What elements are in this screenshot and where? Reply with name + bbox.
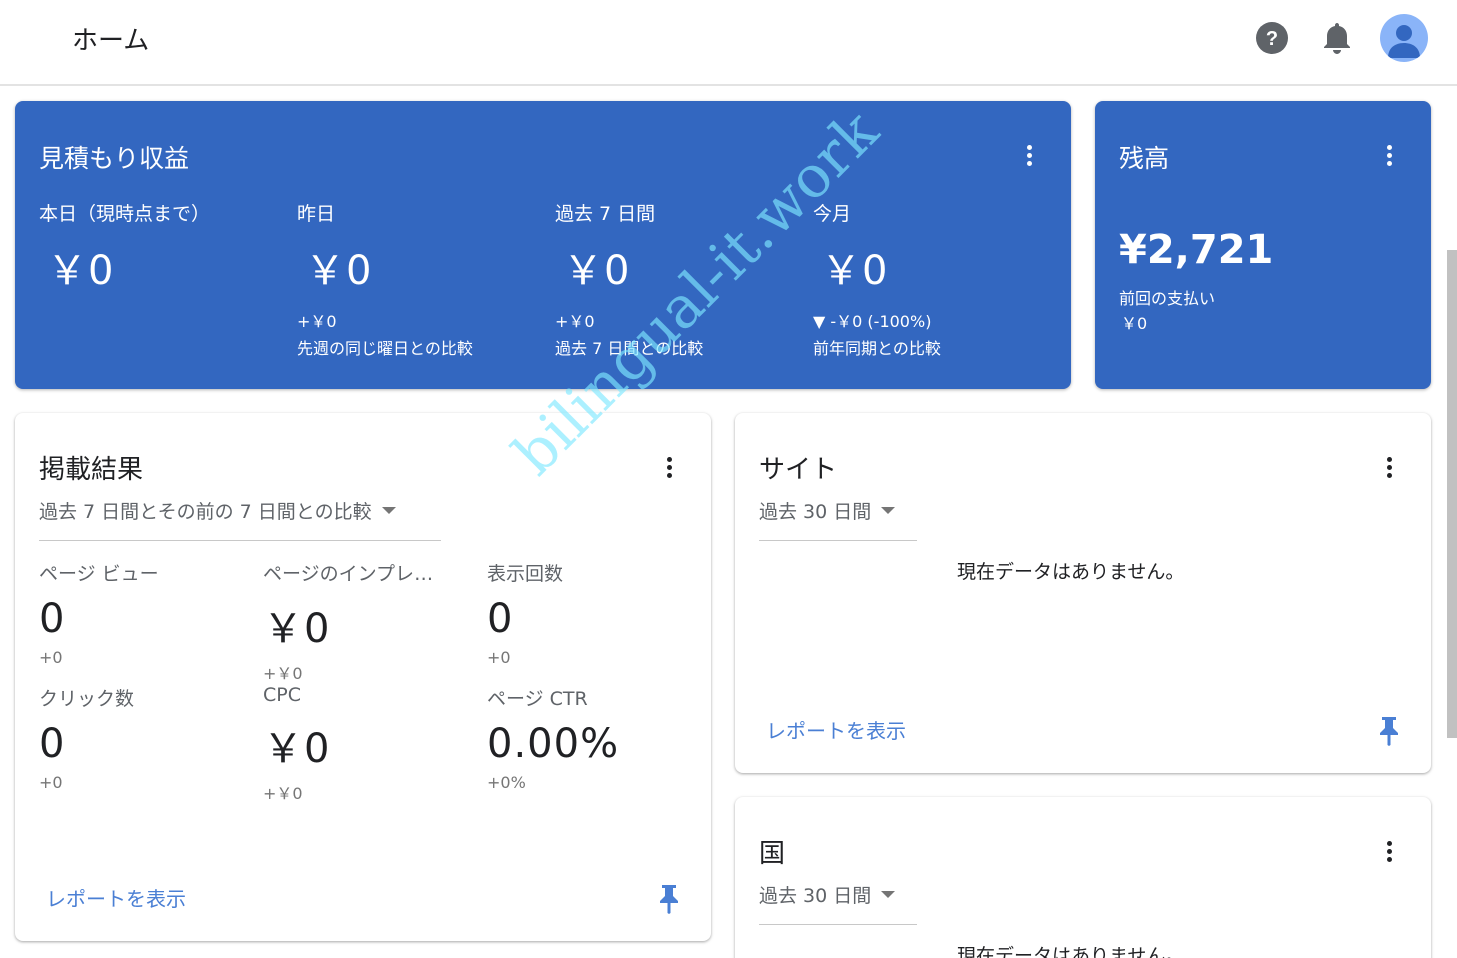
balance-value: ¥2,721 (1119, 227, 1274, 273)
metric-value: 0 (487, 596, 514, 642)
metric-delta: +0 (39, 648, 63, 667)
balance-title: 残高 (1119, 144, 1170, 173)
metric-this-month: 今月 ￥0 ▼ -￥0 (-100%) 前年同期との比較 (813, 199, 1053, 359)
svg-text:?: ? (1266, 28, 1278, 50)
metric-today: 本日（現時点まで） ￥0 (39, 199, 279, 296)
view-report-link[interactable]: レポートを表示 (766, 715, 906, 744)
avatar[interactable] (1380, 14, 1428, 62)
metric-delta: +￥0 (263, 784, 303, 803)
metric-cpc: CPC ￥0 +￥0 (263, 684, 473, 804)
metric-value: ￥0 (263, 606, 331, 652)
metric-value: ￥0 (563, 248, 631, 294)
metric-label: 本日（現時点まで） (39, 203, 211, 225)
metric-delta: +￥0 (555, 312, 595, 331)
countries-card: 国 過去 30 日間 現在データはありません。 (735, 797, 1431, 958)
countries-range-dropdown[interactable]: 過去 30 日間 (759, 881, 917, 925)
metric-label: 昨日 (297, 203, 336, 225)
metric-label: ページ ビュー (39, 563, 159, 585)
metric-label: CPC (263, 684, 301, 706)
page-title: ホーム (72, 26, 150, 56)
no-data-message: 現在データはありません。 (957, 561, 1185, 583)
metric-label: クリック数 (39, 688, 135, 710)
bell-icon[interactable] (1320, 21, 1354, 55)
more-options-icon[interactable] (1377, 455, 1401, 479)
account-avatar-icon (1388, 25, 1420, 58)
metric-delta: +￥0 (297, 312, 337, 331)
metric-yesterday: 昨日 ￥0 +￥0 先週の同じ曜日との比較 (297, 199, 537, 359)
dropdown-value: 過去 30 日間 (759, 885, 872, 907)
metric-label: 表示回数 (487, 563, 564, 585)
top-bar: ホーム ? (0, 0, 1457, 86)
metric-page-rpm: ページのインプレッション収益 ￥0 +￥0 (263, 559, 449, 684)
sites-title: サイト (759, 455, 838, 485)
estimated-earnings-card: 見積もり収益 本日（現時点まで） ￥0 昨日 ￥0 +￥0 先週の同じ曜日との比… (15, 101, 1071, 389)
metric-label: ページのインプレッション収益 (263, 563, 449, 585)
metric-label: 過去 7 日間 (555, 203, 656, 225)
metric-comparison: 先週の同じ曜日との比較 (297, 339, 473, 358)
more-options-icon[interactable] (1377, 143, 1401, 167)
metric-delta: +0% (487, 773, 526, 792)
metric-value: ￥0 (263, 726, 331, 772)
last-payment-value: ￥0 (1121, 314, 1148, 333)
metric-comparison: 過去 7 日間との比較 (555, 339, 704, 358)
pin-icon[interactable] (657, 883, 681, 915)
metric-value: ￥0 (47, 248, 115, 294)
dropdown-value: 過去 30 日間 (759, 501, 872, 523)
metric-impressions: 表示回数 0 +0 (487, 559, 697, 667)
metric-delta: +￥0 (263, 664, 303, 683)
metric-last-7-days: 過去 7 日間 ￥0 +￥0 過去 7 日間との比較 (555, 199, 795, 359)
caret-down-icon (881, 891, 896, 898)
more-options-icon[interactable] (657, 455, 681, 479)
more-options-icon[interactable] (1017, 143, 1041, 167)
metric-value: 0.00% (487, 721, 620, 767)
metric-value: 0 (39, 721, 66, 767)
sites-range-dropdown[interactable]: 過去 30 日間 (759, 497, 917, 541)
sites-card: サイト 過去 30 日間 現在データはありません。 レポートを表示 (735, 413, 1431, 773)
estimated-earnings-title: 見積もり収益 (39, 144, 190, 173)
more-options-icon[interactable] (1377, 839, 1401, 863)
scrollbar-thumb[interactable] (1447, 250, 1457, 738)
caret-down-icon (381, 507, 396, 514)
metric-page-ctr: ページ CTR 0.00% +0% (487, 684, 697, 792)
metric-page-views: ページ ビュー 0 +0 (39, 559, 249, 667)
pin-icon[interactable] (1377, 715, 1401, 747)
countries-title: 国 (759, 839, 786, 869)
dropdown-value: 過去 7 日間とその前の 7 日間との比較 (39, 501, 372, 523)
metric-delta: ▼ -￥0 (-100%) (813, 312, 932, 331)
caret-down-icon (881, 507, 896, 514)
metric-label: 今月 (813, 203, 852, 225)
view-report-link[interactable]: レポートを表示 (46, 883, 186, 912)
no-data-message: 現在データはありません。 (957, 945, 1185, 958)
metric-value: ￥0 (821, 248, 889, 294)
last-payment-label: 前回の支払い (1119, 289, 1216, 308)
balance-card: 残高 ¥2,721 前回の支払い ￥0 (1095, 101, 1431, 389)
performance-card: 掲載結果 過去 7 日間とその前の 7 日間との比較 ページ ビュー 0 +0 … (15, 413, 711, 941)
performance-range-dropdown[interactable]: 過去 7 日間とその前の 7 日間との比較 (39, 497, 441, 541)
metric-delta: +0 (487, 648, 511, 667)
performance-title: 掲載結果 (39, 455, 144, 485)
metric-value: 0 (39, 596, 66, 642)
metric-comparison: 前年同期との比較 (813, 339, 941, 358)
metric-clicks: クリック数 0 +0 (39, 684, 249, 792)
metric-delta: +0 (39, 773, 63, 792)
metric-value: ￥0 (305, 248, 373, 294)
metric-label: ページ CTR (487, 688, 588, 710)
help-icon[interactable]: ? (1255, 21, 1289, 55)
